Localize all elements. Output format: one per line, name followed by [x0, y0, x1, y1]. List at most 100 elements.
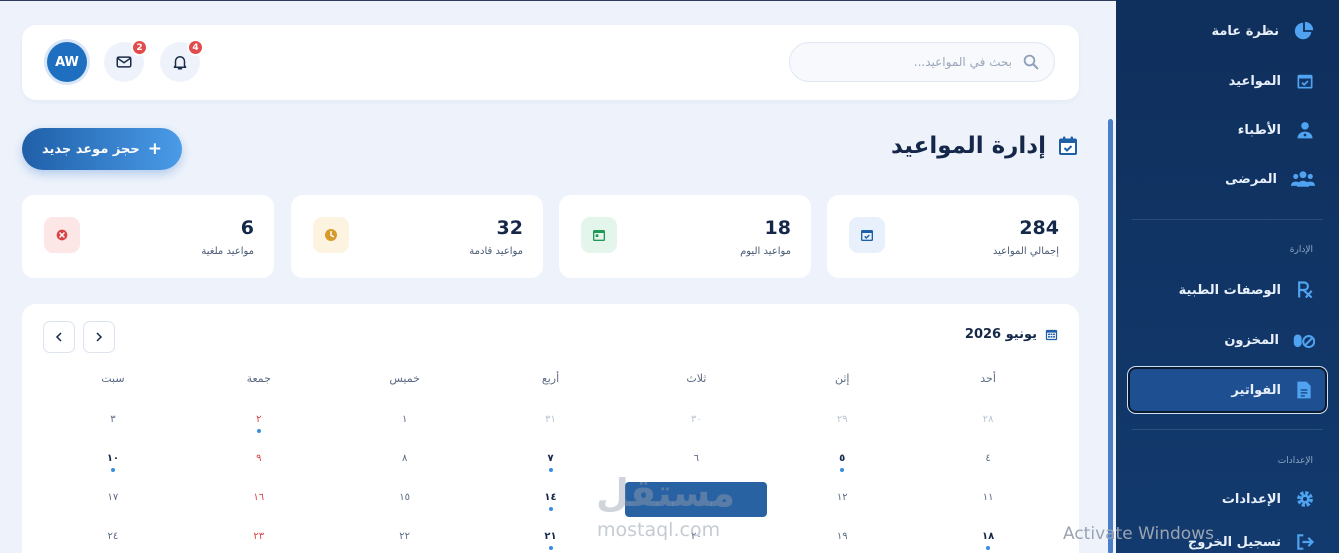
- calendar-day[interactable]: ٢٣: [186, 531, 332, 553]
- sidebar-section-settings: الإعدادات: [1277, 456, 1313, 466]
- messages-button[interactable]: 2: [104, 39, 148, 82]
- new-appointment-label: حجز موعد جديد: [42, 141, 140, 157]
- stat-label: مواعيد قادمة: [469, 246, 523, 257]
- calendar-day[interactable]: ٢: [186, 414, 332, 453]
- envelope-icon: [116, 56, 132, 68]
- sidebar-item-invoices[interactable]: الفواتير: [1128, 367, 1327, 413]
- calendar-prev-button[interactable]: [43, 321, 75, 353]
- sidebar-item-inventory[interactable]: المخزون: [1128, 320, 1327, 360]
- top-bar: 4 2 AW: [22, 25, 1079, 100]
- calendar-day-number: ١٩: [836, 531, 848, 542]
- calendar-day[interactable]: ٢٩: [769, 414, 915, 453]
- calendar-day[interactable]: ١١: [915, 492, 1061, 531]
- sidebar-item-doctors[interactable]: الأطباء: [1128, 110, 1327, 150]
- calendar-day[interactable]: ١٧: [40, 492, 186, 531]
- calendar-day-number: ٣: [110, 414, 116, 425]
- weekday-label: أحد: [980, 372, 996, 385]
- stat-card-upcoming: 32 مواعيد قادمة: [291, 195, 543, 278]
- weekday-label: خميس: [389, 372, 420, 385]
- sidebar-item-overview[interactable]: نظرة عامة: [1128, 11, 1327, 51]
- calendar-day[interactable]: ١٩: [769, 531, 915, 553]
- calendar-check-icon: [1059, 136, 1077, 155]
- calendar-day-number: ٤: [985, 453, 991, 464]
- calendar-day[interactable]: ١٠: [40, 453, 186, 492]
- sidebar-item-appointments[interactable]: المواعيد: [1128, 61, 1327, 101]
- page-title-text: إدارة المواعيد: [890, 133, 1046, 159]
- calendar-day[interactable]: ١٨: [915, 531, 1061, 553]
- sidebar-item-prescriptions[interactable]: الوصفات الطبية: [1128, 270, 1327, 310]
- calendar-day-number: ٢٣: [253, 531, 265, 542]
- calendar-day[interactable]: ٢٤: [40, 531, 186, 553]
- calendar-day[interactable]: ٢٢: [332, 531, 478, 553]
- search-input[interactable]: [822, 55, 1012, 69]
- calendar-day[interactable]: ١: [332, 414, 478, 453]
- calendar-day[interactable]: ١٦: [186, 492, 332, 531]
- calendar-day[interactable]: ٨: [332, 453, 478, 492]
- calendar-day[interactable]: ٩: [186, 453, 332, 492]
- calendar-day-number: ٣٠: [690, 414, 702, 425]
- chevron-left-icon: [55, 332, 62, 342]
- new-appointment-button[interactable]: + حجز موعد جديد: [22, 128, 182, 170]
- main-content: 4 2 AW إدارة المواعيد + حجز موعد جديد 28…: [0, 0, 1116, 553]
- scrollbar[interactable]: [1108, 119, 1113, 553]
- calendar-check-icon: [1297, 74, 1313, 89]
- calendar-day[interactable]: ١٥: [332, 492, 478, 531]
- search-box[interactable]: [789, 42, 1055, 82]
- calendar-day-number: ١٥: [399, 492, 411, 503]
- pills-icon: [1293, 334, 1315, 349]
- calendar-day-number: ١٢: [836, 492, 848, 503]
- calendar-title: يونيو 2026: [965, 327, 1059, 342]
- invoice-icon: [1297, 381, 1311, 399]
- weekday-label: سبت: [101, 372, 125, 385]
- calendar-day[interactable]: ٤: [915, 453, 1061, 492]
- calendar-day-number: ٢٤: [107, 531, 119, 542]
- sidebar-item-patients[interactable]: المرضى: [1128, 159, 1327, 199]
- calendar-day[interactable]: ٣٠: [623, 414, 769, 453]
- calendar-day-number: ٢٢: [399, 531, 411, 542]
- stat-value: 284: [1019, 217, 1059, 239]
- users-icon: [1291, 171, 1315, 187]
- weekday-label: إثن: [834, 372, 850, 385]
- prescription-icon: [1298, 281, 1313, 299]
- sidebar-item-label: المرضى: [1225, 171, 1277, 187]
- calendar-day-number: ٨: [401, 453, 408, 464]
- chevron-right-icon: [96, 332, 103, 342]
- stat-label: مواعيد اليوم: [740, 246, 791, 257]
- calendar-day[interactable]: ٢٨: [915, 414, 1061, 453]
- bell-icon: [173, 56, 187, 70]
- notifications-button[interactable]: 4: [160, 39, 204, 82]
- calendar-day-number: ١: [401, 414, 408, 425]
- calendar-check-icon: [849, 217, 885, 253]
- weekday-label: أربع: [541, 372, 560, 385]
- calendar-day-number: ١٤: [544, 492, 557, 503]
- sidebar-item-label: نظرة عامة: [1211, 23, 1279, 39]
- calendar-day-number: ٩: [256, 453, 262, 464]
- calendar-next-button[interactable]: [83, 321, 115, 353]
- calendar-day[interactable]: ٥: [769, 453, 915, 492]
- calendar-day-number: ١٦: [253, 492, 265, 503]
- stat-label: مواعيد ملغية: [201, 246, 254, 257]
- sidebar-item-settings[interactable]: الإعدادات: [1128, 479, 1327, 519]
- calendar-day-number: ٢١: [544, 531, 557, 542]
- os-activation-notice: Activate Windows: [1063, 524, 1214, 544]
- weekday-label: ثلاث: [686, 372, 707, 385]
- sidebar-item-label: المخزون: [1224, 332, 1279, 348]
- messages-badge: 2: [131, 39, 148, 56]
- appointment-dot: [548, 507, 553, 511]
- stat-card-total: 284 إجمالي المواعيد: [827, 195, 1079, 278]
- stat-value: 18: [764, 217, 791, 239]
- calendar-day-icon: [581, 217, 617, 253]
- calendar-day-number: ٢٨: [982, 414, 994, 425]
- notifications-badge: 4: [187, 39, 204, 56]
- appointment-dot: [986, 546, 991, 550]
- stat-value: 32: [496, 217, 523, 239]
- sidebar: نظرة عامة المواعيد الأطباء المرضى الإدار…: [1116, 0, 1339, 553]
- calendar-day[interactable]: ٣: [40, 414, 186, 453]
- sidebar-item-label: الوصفات الطبية: [1178, 282, 1281, 298]
- user-avatar[interactable]: AW: [47, 42, 87, 82]
- stat-card-today: 18 مواعيد اليوم: [559, 195, 811, 278]
- calendar-day[interactable]: ٣١: [478, 414, 624, 453]
- watermark-url: mostaql.com: [597, 519, 721, 541]
- calendar-day[interactable]: ١٢: [769, 492, 915, 531]
- stat-value: 6: [240, 217, 254, 239]
